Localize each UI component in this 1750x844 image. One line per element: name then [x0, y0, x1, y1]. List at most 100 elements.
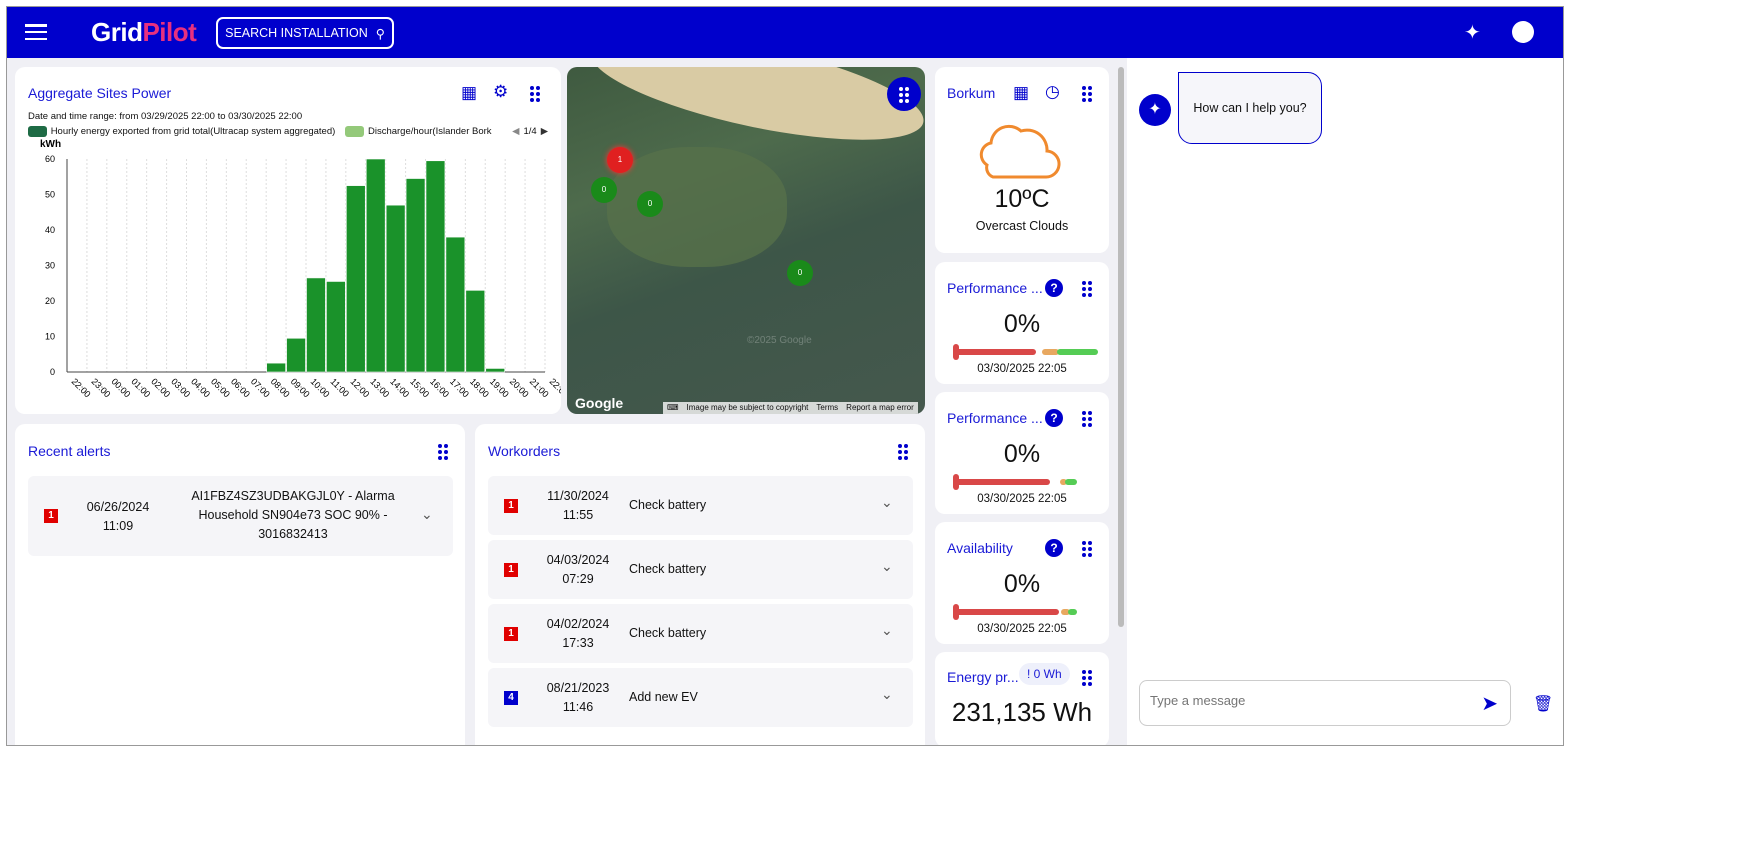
kpi-value: 0%: [1003, 310, 1041, 338]
kpi-gauge-bar: [955, 349, 1037, 355]
map-beach: [582, 67, 925, 162]
legend-swatch: [345, 126, 364, 137]
map-drag-button[interactable]: [887, 77, 921, 111]
x-tick-label: 11:00: [329, 376, 352, 399]
kpi-card: Performance ... ? 0% 03/30/2025 22:05: [935, 392, 1109, 514]
x-tick-label: 02:00: [149, 376, 172, 399]
y-tick-label: 50: [45, 190, 55, 200]
kpi-date: 03/30/2025 22:05: [977, 363, 1067, 375]
x-tick-label: 08:00: [269, 376, 292, 399]
logo-part: Grid: [91, 17, 143, 47]
map-terms-link[interactable]: Terms: [816, 403, 838, 413]
x-tick-label: 21:00: [528, 376, 551, 399]
chart-bar: [485, 368, 505, 373]
alert-row[interactable]: 1 06/26/2024 11:09 AI1FBZ4SZ3UDBAKGJL0Y -…: [28, 476, 453, 556]
map-card[interactable]: 1 0 0 0 ©2025 Google Google ⌨ Image may …: [567, 67, 925, 414]
drag-handle-icon[interactable]: [1082, 670, 1092, 686]
drag-handle-icon[interactable]: [1082, 86, 1092, 102]
energy-chip[interactable]: ! 0 Wh: [1019, 663, 1070, 685]
x-tick-label: 06:00: [229, 376, 252, 399]
card-title: Energy pr...: [947, 669, 1019, 685]
chevron-down-icon[interactable]: ⌄: [881, 558, 893, 575]
drag-handle-icon[interactable]: [438, 444, 448, 460]
workorder-date: 11/30/2024: [547, 489, 609, 503]
drag-handle-icon[interactable]: [898, 444, 908, 460]
ai-sparkle-icon[interactable]: ✦: [1464, 20, 1481, 45]
card-title: Recent alerts: [28, 443, 111, 459]
legend-prev-icon[interactable]: ◀: [512, 126, 519, 137]
bar-chart: kWh22:0023:0000:0001:0002:0003:0004:0005…: [40, 139, 561, 399]
map-cluster-marker[interactable]: 0: [787, 260, 813, 286]
workorder-time: 11:46: [562, 700, 594, 714]
help-icon[interactable]: ?: [1045, 409, 1063, 427]
workorder-row[interactable]: 1 04/03/2024 07:29 Check battery ⌄: [488, 540, 913, 599]
account-icon[interactable]: [1512, 21, 1534, 43]
kpi-date: 03/30/2025 22:05: [977, 623, 1067, 635]
app-window: GridPilot SEARCH INSTALLATION ⚲ ✦ Aggrega…: [6, 6, 1564, 746]
scrollbar[interactable]: [1118, 67, 1124, 627]
search-installation-button[interactable]: SEARCH INSTALLATION ⚲: [216, 17, 394, 49]
card-title: Workorders: [488, 443, 561, 459]
chart-bar: [266, 362, 286, 373]
kpi-gauge-good: [1068, 609, 1077, 615]
map-land: [607, 147, 787, 267]
message-field[interactable]: [1150, 693, 1450, 708]
legend-item[interactable]: Discharge/hour(Islander Bork: [368, 126, 508, 137]
chevron-down-icon[interactable]: ⌄: [881, 622, 893, 639]
menu-icon[interactable]: [25, 24, 47, 40]
y-tick-label: 60: [45, 154, 55, 164]
message-input[interactable]: ➤: [1139, 680, 1511, 726]
legend-next-icon[interactable]: ▶: [541, 126, 548, 137]
assistant-message: How can I help you?: [1178, 72, 1322, 144]
table-icon[interactable]: ▦: [461, 83, 477, 103]
clear-chat-icon[interactable]: 🗑: [1533, 694, 1553, 714]
kpi-date: 03/30/2025 22:05: [977, 493, 1067, 505]
kpi-gauge-good: [1065, 479, 1077, 485]
calendar-icon[interactable]: ▦: [1013, 83, 1029, 103]
chevron-down-icon[interactable]: ⌄: [421, 506, 433, 523]
cloud-icon: [979, 124, 1061, 179]
clock-icon[interactable]: ◷: [1045, 82, 1060, 102]
help-icon[interactable]: ?: [1045, 539, 1063, 557]
aggregate-power-card: Aggregate Sites Power ▦ ⚙ Date and time …: [15, 67, 561, 414]
workorder-row[interactable]: 4 08/21/2023 11:46 Add new EV ⌄: [488, 668, 913, 727]
chart-legend: Hourly energy exported from grid total(U…: [28, 126, 548, 137]
x-tick-label: 10:00: [309, 376, 332, 399]
x-tick-label: 09:00: [289, 376, 312, 399]
workorder-row[interactable]: 1 11/30/2024 11:55 Check battery ⌄: [488, 476, 913, 535]
x-tick-label: 19:00: [488, 376, 511, 399]
gear-icon[interactable]: ⚙: [493, 82, 508, 102]
chat-panel: ✦ How can I help you? ➤ 🗑: [1127, 58, 1563, 745]
kpi-gauge-bar: [955, 479, 1051, 485]
drag-handle-icon[interactable]: [1082, 541, 1092, 557]
chart-bar: [405, 178, 426, 373]
help-icon[interactable]: ?: [1045, 279, 1063, 297]
keyboard-icon[interactable]: ⌨: [667, 403, 679, 413]
y-tick-label: 20: [45, 296, 55, 306]
legend-swatch: [28, 126, 47, 137]
workorder-row[interactable]: 1 04/02/2024 17:33 Check battery ⌄: [488, 604, 913, 663]
drag-handle-icon[interactable]: [1082, 281, 1092, 297]
legend-item[interactable]: Hourly energy exported from grid total(U…: [51, 126, 336, 137]
chevron-down-icon[interactable]: ⌄: [881, 686, 893, 703]
drag-handle-icon[interactable]: [530, 86, 540, 102]
y-axis-unit: kWh: [40, 139, 61, 150]
y-tick-label: 10: [45, 332, 55, 342]
kpi-card: Performance ... ? 0% 03/30/2025 22:05: [935, 262, 1109, 384]
map-cluster-marker[interactable]: 1: [607, 147, 633, 173]
workorder-badge: 1: [504, 499, 518, 513]
map-cluster-marker[interactable]: 0: [637, 191, 663, 217]
logo-part: Pilot: [142, 17, 197, 47]
map-cluster-marker[interactable]: 0: [591, 177, 617, 203]
send-icon[interactable]: ➤: [1481, 691, 1498, 716]
chevron-down-icon[interactable]: ⌄: [881, 494, 893, 511]
assistant-avatar-icon: ✦: [1139, 94, 1171, 126]
x-tick-label: 22:00: [548, 376, 561, 399]
x-tick-label: 03:00: [169, 376, 192, 399]
logo[interactable]: GridPilot: [91, 17, 197, 48]
map-report-link[interactable]: Report a map error: [846, 403, 914, 413]
search-icon: ⚲: [375, 26, 385, 41]
workorder-time: 11:55: [562, 508, 594, 522]
drag-handle-icon[interactable]: [1082, 411, 1092, 427]
x-tick-label: 07:00: [249, 376, 272, 399]
